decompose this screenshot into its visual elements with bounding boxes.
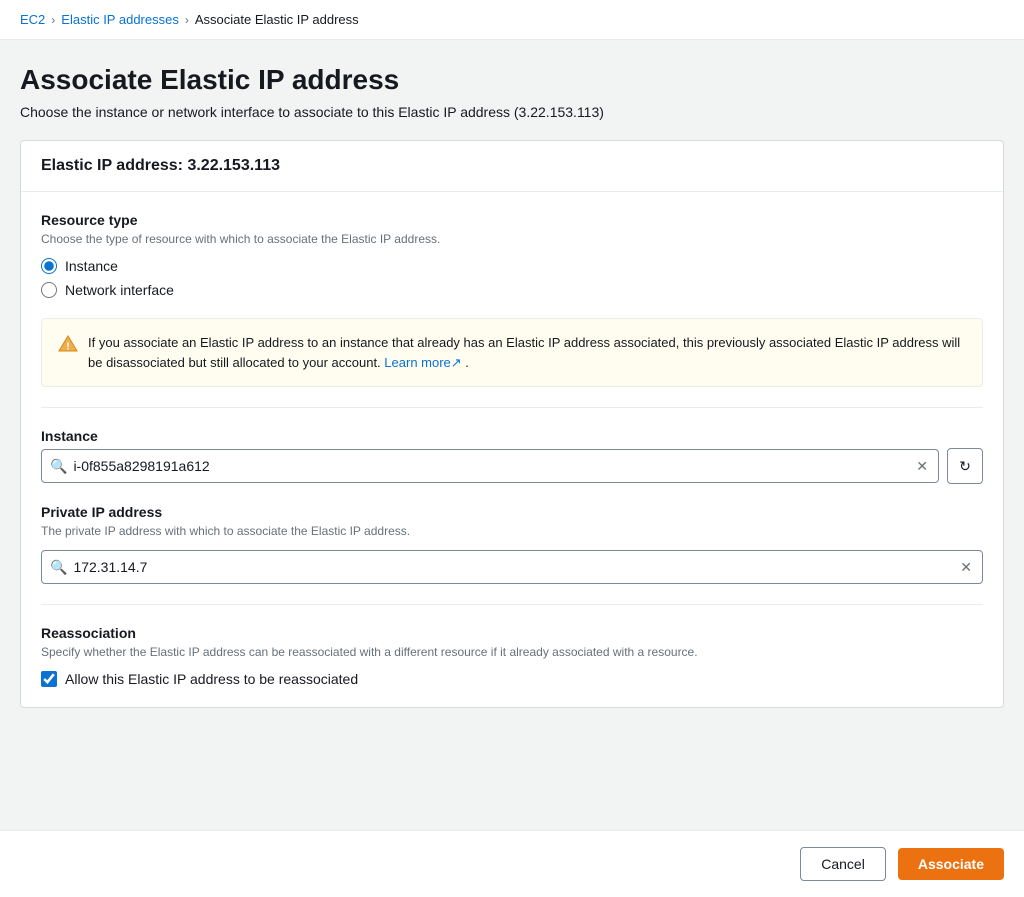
instance-refresh-button[interactable]: ↻: [947, 448, 983, 484]
card-header: Elastic IP address: 3.22.153.113: [21, 141, 1003, 192]
instance-field-label: Instance: [41, 428, 983, 444]
footer-bar: Cancel Associate: [0, 830, 1024, 897]
page-description: Choose the instance or network interface…: [20, 104, 1004, 120]
reassociation-label: Reassociation: [41, 625, 983, 641]
resource-type-section: Resource type Choose the type of resourc…: [41, 212, 983, 298]
private-ip-field-section: Private IP address The private IP addres…: [41, 504, 983, 584]
reassociation-checkbox-label: Allow this Elastic IP address to be reas…: [65, 671, 358, 687]
card-header-title: Elastic IP address: 3.22.153.113: [41, 157, 280, 174]
divider: [41, 407, 983, 408]
instance-input-row: 🔍 ✕ ↻: [41, 448, 983, 484]
private-ip-field-label: Private IP address: [41, 504, 983, 520]
breadcrumb-current: Associate Elastic IP address: [195, 12, 359, 27]
private-ip-description: The private IP address with which to ass…: [41, 524, 983, 538]
warning-learn-more-link[interactable]: Learn more↗: [384, 355, 465, 370]
instance-input-wrapper: 🔍 ✕: [41, 449, 939, 483]
breadcrumb: EC2 › Elastic IP addresses › Associate E…: [0, 0, 1024, 40]
associate-button[interactable]: Associate: [898, 848, 1004, 880]
radio-network-interface-label: Network interface: [65, 282, 174, 298]
instance-search-input[interactable]: [73, 450, 914, 482]
radio-instance[interactable]: Instance: [41, 258, 983, 274]
instance-field-section: Instance 🔍 ✕ ↻: [41, 428, 983, 484]
page-title: Associate Elastic IP address: [20, 64, 1004, 96]
instance-search-icon: 🔍: [50, 458, 67, 475]
main-card: Elastic IP address: 3.22.153.113 Resourc…: [20, 140, 1004, 708]
instance-clear-icon[interactable]: ✕: [914, 456, 930, 477]
resource-type-description: Choose the type of resource with which t…: [41, 232, 983, 246]
radio-instance-input[interactable]: [41, 258, 57, 274]
breadcrumb-ec2[interactable]: EC2: [20, 12, 45, 27]
private-ip-search-icon: 🔍: [50, 559, 67, 576]
warning-icon: !: [58, 334, 78, 354]
reassociation-description: Specify whether the Elastic IP address c…: [41, 645, 983, 659]
reassociation-checkbox-item[interactable]: Allow this Elastic IP address to be reas…: [41, 671, 983, 687]
warning-box: ! If you associate an Elastic IP address…: [41, 318, 983, 387]
breadcrumb-sep-1: ›: [51, 13, 55, 27]
breadcrumb-sep-2: ›: [185, 13, 189, 27]
radio-network-interface-input[interactable]: [41, 282, 57, 298]
reassociation-checkbox[interactable]: [41, 671, 57, 687]
warning-text: If you associate an Elastic IP address t…: [88, 333, 966, 372]
divider-2: [41, 604, 983, 605]
private-ip-search-input[interactable]: [73, 551, 958, 583]
radio-instance-label: Instance: [65, 258, 118, 274]
refresh-icon: ↻: [959, 458, 971, 475]
private-ip-clear-icon[interactable]: ✕: [958, 557, 974, 578]
radio-network-interface[interactable]: Network interface: [41, 282, 983, 298]
card-body: Resource type Choose the type of resourc…: [21, 192, 1003, 707]
reassociation-section: Reassociation Specify whether the Elasti…: [41, 625, 983, 687]
resource-type-label: Resource type: [41, 212, 983, 228]
resource-type-radio-group: Instance Network interface: [41, 258, 983, 298]
svg-text:!: !: [66, 342, 69, 353]
cancel-button[interactable]: Cancel: [800, 847, 886, 881]
private-ip-input-wrapper: 🔍 ✕: [41, 550, 983, 584]
breadcrumb-elastic-ip[interactable]: Elastic IP addresses: [61, 12, 179, 27]
